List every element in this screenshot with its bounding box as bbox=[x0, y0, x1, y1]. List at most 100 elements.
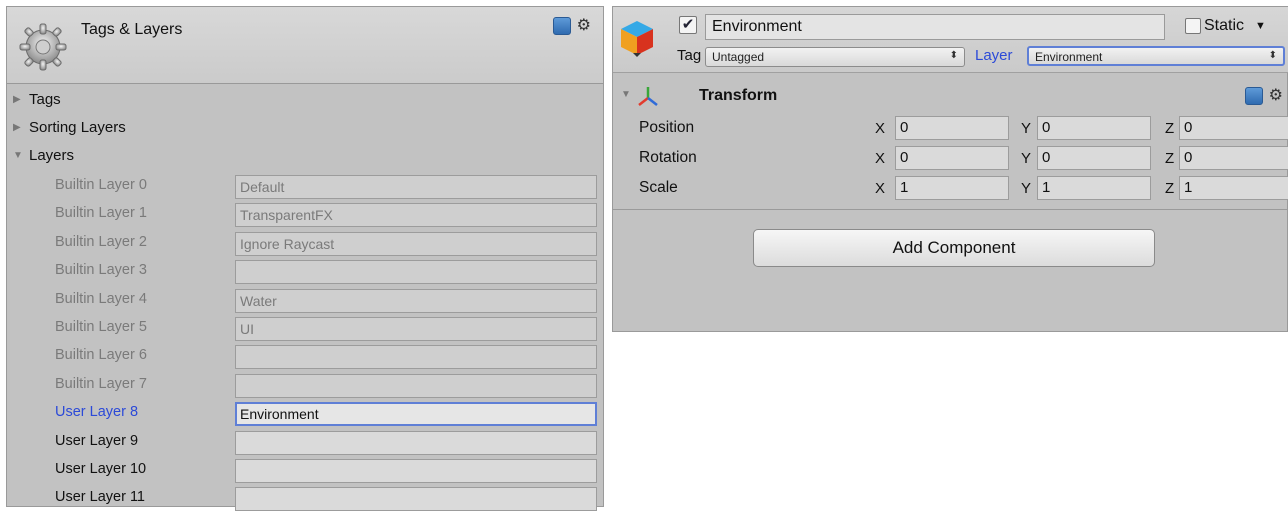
vector-field-z[interactable]: 0 bbox=[1179, 146, 1288, 170]
triangle-down-icon[interactable]: ▼ bbox=[621, 89, 631, 100]
layer-label: Builtin Layer 2 bbox=[55, 233, 147, 250]
axis-label-y[interactable]: Y bbox=[1021, 180, 1031, 197]
vector-field-y[interactable]: 0 bbox=[1037, 116, 1151, 140]
foldout-sorting-layers[interactable]: ▶ Sorting Layers bbox=[13, 119, 126, 136]
layer-label: Builtin Layer 5 bbox=[55, 319, 147, 335]
transform-row-position: Position X 0 Y 0 Z 0 bbox=[613, 113, 1288, 143]
layer-label: User Layer 11 bbox=[55, 489, 145, 506]
layer-name-field[interactable]: UI bbox=[235, 317, 597, 341]
triangle-down-icon: ▼ bbox=[13, 150, 23, 161]
transform-header[interactable]: ▼ Transform ⚙ bbox=[613, 79, 1288, 109]
active-checkbox[interactable]: ✔ bbox=[679, 16, 697, 34]
cog-icon[interactable]: ⚙ bbox=[577, 17, 591, 35]
layer-dropdown[interactable]: Environment ⬍ bbox=[1027, 46, 1285, 66]
layer-row: Builtin Layer 6 bbox=[7, 343, 603, 371]
layer-label: Layer bbox=[975, 47, 1013, 64]
vector-field-x[interactable]: 0 bbox=[895, 146, 1009, 170]
axis-label-z[interactable]: Z bbox=[1165, 150, 1174, 167]
layer-row: User Layer 9 bbox=[7, 429, 603, 457]
layer-label: Builtin Layer 7 bbox=[55, 375, 147, 392]
axis-icon bbox=[638, 87, 658, 106]
vector-field-z[interactable]: 1 bbox=[1179, 176, 1288, 200]
help-icon[interactable] bbox=[552, 17, 571, 35]
tags-layers-header: Tags & Layers ⚙ bbox=[7, 7, 603, 84]
layer-row: Builtin Layer 3 bbox=[7, 258, 603, 286]
cube-icon bbox=[621, 21, 653, 57]
object-name-field[interactable]: Environment bbox=[705, 14, 1165, 40]
layer-name-field[interactable]: Water bbox=[235, 288, 597, 313]
layer-row: Builtin Layer 4 Water bbox=[7, 287, 603, 315]
layer-label: User Layer 10 bbox=[55, 461, 147, 477]
static-toggle[interactable]: Static ▼ bbox=[1185, 17, 1266, 35]
layer-row: Builtin Layer 7 bbox=[7, 372, 603, 400]
transform-row-scale: Scale X 1 Y 1 Z 1 bbox=[613, 173, 1288, 203]
foldout-label: Tags bbox=[29, 91, 61, 108]
layer-name-field[interactable] bbox=[235, 459, 597, 483]
axis-label-y[interactable]: Y bbox=[1021, 150, 1031, 167]
vector-field-z[interactable]: 0 bbox=[1179, 116, 1288, 140]
axis-label-x[interactable]: X bbox=[875, 180, 885, 197]
component-icons: ⚙ bbox=[1244, 87, 1283, 105]
vector-field-y[interactable]: 0 bbox=[1037, 146, 1151, 170]
cog-icon[interactable]: ⚙ bbox=[1269, 87, 1283, 105]
axis-label-x[interactable]: X bbox=[875, 150, 885, 167]
chevron-down-icon[interactable]: ▼ bbox=[1255, 20, 1266, 32]
property-label: Rotation bbox=[639, 149, 697, 166]
static-checkbox[interactable] bbox=[1185, 18, 1201, 34]
tag-dropdown[interactable]: Untagged ⬍ bbox=[705, 47, 965, 67]
axis-label-z[interactable]: Z bbox=[1165, 180, 1174, 197]
layer-row: User Layer 8 Environment bbox=[7, 400, 603, 428]
layer-label: Builtin Layer 0 bbox=[55, 177, 147, 193]
layer-value: Environment bbox=[1035, 50, 1103, 64]
vector-field-y[interactable]: 1 bbox=[1037, 176, 1151, 200]
layer-name-field[interactable]: TransparentFX bbox=[235, 203, 597, 228]
divider bbox=[613, 209, 1288, 210]
gear-icon bbox=[19, 23, 67, 71]
tag-label: Tag bbox=[677, 47, 702, 64]
layer-name-field[interactable] bbox=[235, 430, 597, 455]
foldout-tags[interactable]: ▶ Tags bbox=[13, 91, 61, 108]
layer-label: Builtin Layer 3 bbox=[55, 262, 147, 279]
property-label: Position bbox=[639, 119, 695, 136]
layer-label: Builtin Layer 6 bbox=[55, 347, 147, 364]
axis-label-z[interactable]: Z bbox=[1165, 120, 1174, 137]
layer-label: Builtin Layer 1 bbox=[55, 205, 147, 222]
vector-field-x[interactable]: 1 bbox=[895, 176, 1009, 200]
layer-name-field[interactable]: Ignore Raycast bbox=[235, 231, 597, 256]
tag-value: Untagged bbox=[712, 50, 765, 64]
layer-row: Builtin Layer 0 Default bbox=[7, 173, 603, 201]
updown-arrow-icon: ⬍ bbox=[1268, 50, 1277, 61]
updown-arrow-icon: ⬍ bbox=[949, 50, 958, 61]
layer-row: Builtin Layer 2 Ignore Raycast bbox=[7, 230, 603, 258]
axis-label-y[interactable]: Y bbox=[1021, 120, 1031, 137]
inspector-panel: ✔ Environment Static ▼ Tag Untagged ⬍ La… bbox=[612, 6, 1288, 332]
triangle-right-icon: ▶ bbox=[13, 122, 21, 133]
static-label: Static bbox=[1204, 17, 1245, 34]
layer-name-field[interactable]: Environment bbox=[235, 402, 597, 427]
component-title: Transform bbox=[699, 87, 778, 104]
vector-field-x[interactable]: 0 bbox=[895, 116, 1009, 140]
property-label: Scale bbox=[639, 179, 678, 196]
layer-name-field[interactable] bbox=[235, 373, 597, 398]
add-component-button[interactable]: Add Component bbox=[753, 229, 1155, 267]
layer-row: User Layer 11 bbox=[7, 485, 603, 513]
panel-title: Tags & Layers bbox=[81, 21, 183, 38]
header-icons: ⚙ bbox=[552, 17, 591, 35]
axis-label-x[interactable]: X bbox=[875, 120, 885, 137]
layer-row: Builtin Layer 1 TransparentFX bbox=[7, 201, 603, 229]
foldout-label: Layers bbox=[29, 147, 75, 164]
layer-label: User Layer 8 bbox=[55, 404, 139, 421]
foldout-label: Sorting Layers bbox=[29, 119, 126, 136]
layer-name-field[interactable] bbox=[235, 345, 597, 370]
foldout-layers[interactable]: ▼ Layers bbox=[13, 147, 74, 164]
layer-row: User Layer 10 bbox=[7, 457, 603, 485]
help-icon[interactable] bbox=[1244, 87, 1263, 105]
layer-label: Builtin Layer 4 bbox=[55, 290, 147, 307]
layer-name-field[interactable] bbox=[235, 260, 597, 285]
layer-name-field[interactable] bbox=[235, 487, 597, 512]
layer-name-field[interactable]: Default bbox=[235, 175, 597, 199]
tags-layers-panel: Tags & Layers ⚙ ▶ Tags ▶ Sorting Layers … bbox=[6, 6, 604, 512]
layer-label: User Layer 9 bbox=[55, 432, 139, 449]
triangle-right-icon: ▶ bbox=[13, 94, 21, 105]
transform-row-rotation: Rotation X 0 Y 0 Z 0 bbox=[613, 143, 1288, 173]
